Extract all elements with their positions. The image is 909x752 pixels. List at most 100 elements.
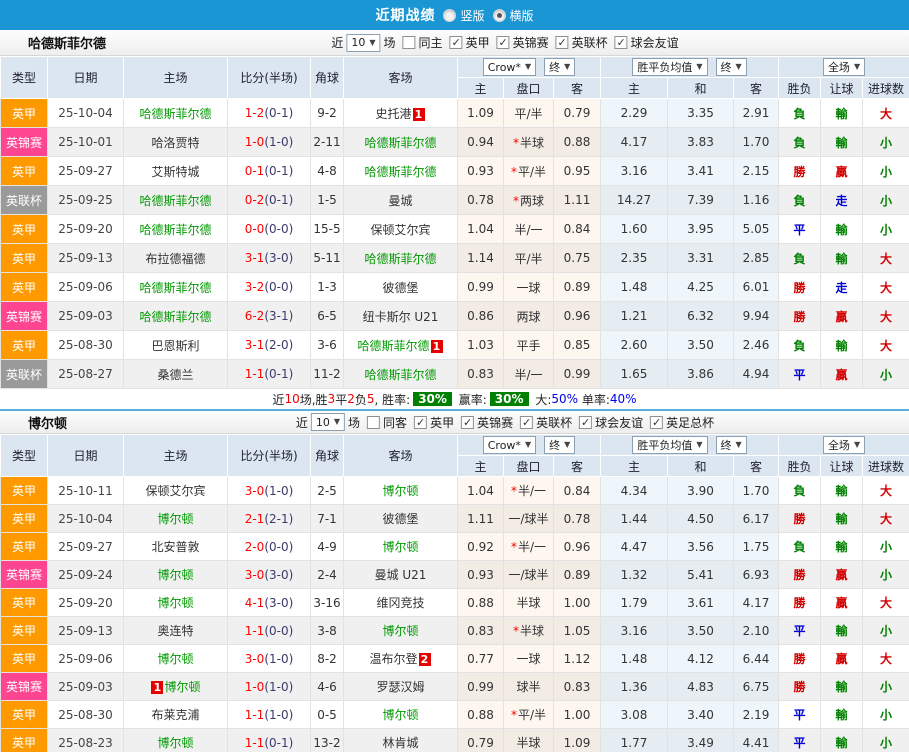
avg-home-cell: 1.79 [600, 588, 668, 617]
col-home: 主场 [123, 434, 228, 477]
col-res-handicap: 让球 [820, 455, 863, 477]
away-team-name: 哈德斯菲尔德 [357, 338, 430, 353]
layout-horizontal-option[interactable]: 横版 [492, 7, 534, 24]
match-row: 英甲 25-09-27 艾斯特城 0-1(0-1) 4-8 哈德斯菲尔德 0.93 *平/半 0… [0, 156, 909, 186]
half-score: (0-1) [264, 164, 294, 178]
avg-draw-cell: 3.95 [667, 214, 734, 244]
away-team-cell: 哈德斯菲尔德 1 [343, 330, 458, 360]
layout-vertical-option[interactable]: 竖版 [443, 7, 485, 24]
score-cell: 1-0(1-0) [227, 672, 311, 701]
away-team-name: 温布尔登 [369, 652, 418, 666]
avg-away-cell: 6.75 [733, 672, 779, 701]
league-type-cell: 英甲 [0, 728, 48, 752]
league-type-cell: 英联杯 [0, 359, 48, 389]
avg-type-select[interactable]: 胜平负均值 ▼ [632, 58, 708, 76]
league-filter-checkbox[interactable] [449, 36, 463, 49]
chevron-down-icon: ▼ [735, 62, 742, 71]
match-date-cell: 25-09-06 [47, 272, 124, 302]
match-count-select[interactable]: 10 ▼ [310, 413, 346, 431]
away-team-cell: 保顿艾尔宾 [343, 214, 458, 244]
chevron-down-icon: ▼ [853, 440, 861, 449]
league-filter-checkbox[interactable] [461, 415, 475, 429]
avg-type-select[interactable]: 胜平负均值 ▼ [632, 436, 708, 454]
odds-away-cell: 0.79 [553, 98, 601, 128]
avg-time-select[interactable]: 终 ▼ [715, 436, 747, 454]
match-row: 英甲 25-09-20 哈德斯菲尔德 0-0(0-0) 15-5 保顿艾尔宾 1.04 半/一… [0, 214, 909, 244]
away-team-name: 保顿艾尔宾 [370, 222, 431, 237]
half-score: (3-0) [264, 595, 294, 610]
bookmaker-select[interactable]: Crow* ▼ [482, 58, 537, 76]
corner-cell: 0-5 [310, 700, 344, 729]
league-filter-checkbox[interactable] [579, 415, 593, 429]
match-count-select[interactable]: 10 ▼ [346, 33, 381, 52]
result-goals-cell: 大 [861, 476, 909, 505]
odds-time-select[interactable]: 终 ▼ [544, 58, 576, 76]
match-count-value: 10 [315, 415, 330, 429]
corner-cell: 4-8 [310, 156, 344, 186]
result-handicap-cell: 贏 [820, 560, 863, 589]
odds-away-cell: 0.75 [553, 243, 601, 273]
league-filter-checkbox[interactable] [414, 415, 428, 429]
handicap-value: 半球 [516, 596, 541, 610]
scope-select[interactable]: 全场 ▼ [822, 58, 866, 76]
same-venue-checkbox[interactable] [402, 36, 416, 49]
score-cell: 1-1(0-1) [227, 359, 311, 389]
handicap-value: 平/半 [514, 106, 543, 121]
star-marker: * [510, 484, 517, 498]
result-wdl-cell: 負 [778, 243, 821, 273]
match-row: 英甲 25-09-06 博尔顿 3-0(1-0) 8-2 温布尔登 2 0.77 一球 1.12 1… [0, 644, 909, 673]
home-team-cell: 哈洛贾特 [123, 127, 228, 157]
avg-home-cell: 2.60 [600, 330, 668, 360]
matches-table: 类型 日期 主场 比分(半场) 角球 客场 Crow* ▼ 终 ▼ 胜平负均值 ▼ 终… [0, 56, 909, 389]
col-type: 类型 [0, 434, 48, 477]
home-team-name: 哈德斯菲尔德 [139, 280, 212, 295]
half-score: (3-0) [264, 567, 294, 582]
league-filter-checkbox[interactable] [614, 36, 628, 49]
away-team-cell: 哈德斯菲尔德 [343, 243, 458, 273]
summary-token: 3 [327, 392, 336, 406]
avg-time-select[interactable]: 终 ▼ [715, 58, 747, 76]
avg-draw-cell: 4.12 [667, 644, 734, 673]
half-score: (1-0) [264, 651, 294, 666]
home-team-cell: 桑德兰 [123, 359, 228, 389]
league-filter-checkbox[interactable] [496, 36, 510, 49]
avg-away-cell: 6.01 [733, 272, 779, 302]
avg-away-cell: 2.10 [733, 616, 779, 645]
full-score: 1-0 [244, 679, 265, 694]
home-team-cell: 北安普敦 [123, 532, 228, 561]
avg-home-cell: 3.16 [600, 156, 668, 186]
match-date-cell: 25-08-23 [47, 728, 124, 752]
full-score: 1-1 [244, 735, 265, 750]
full-score: 2-1 [244, 511, 265, 526]
odds-time-select[interactable]: 终 ▼ [544, 436, 576, 454]
handicap-value: 平手 [516, 338, 541, 353]
home-team-cell: 布拉德福德 [123, 243, 228, 273]
result-wdl-cell: 負 [778, 185, 821, 215]
result-wdl-cell: 勝 [778, 156, 821, 186]
home-team-cell: 博尔顿 [123, 728, 228, 752]
red-card-badge: 1 [412, 107, 425, 121]
radio-unselected-icon[interactable] [443, 8, 457, 22]
bookmaker-select[interactable]: Crow* ▼ [482, 436, 537, 454]
col-score: 比分(半场) [227, 56, 311, 99]
away-team-name: 哈德斯菲尔德 [364, 367, 437, 382]
handicap-cell: 一球 [503, 644, 554, 673]
home-team-name: 哈德斯菲尔德 [139, 222, 212, 237]
league-filter-checkbox[interactable] [520, 415, 534, 429]
corner-cell: 8-2 [310, 644, 344, 673]
handicap-cell: 一/球半 [503, 504, 554, 533]
avg-home-cell: 1.36 [600, 672, 668, 701]
handicap-cell: 两球 [503, 301, 554, 331]
avg-draw-cell: 3.35 [667, 98, 734, 128]
result-goals-cell: 小 [861, 156, 909, 186]
league-filter-checkbox[interactable] [555, 36, 569, 49]
corner-cell: 1-5 [310, 185, 344, 215]
result-handicap-cell: 輸 [820, 214, 863, 244]
league-filter-checkbox[interactable] [650, 415, 664, 429]
away-team-cell: 罗瑟汉姆 [343, 672, 458, 701]
avg-group-header: 胜平负均值 ▼ 终 ▼ [600, 56, 779, 78]
same-venue-checkbox[interactable] [367, 415, 381, 429]
radio-selected-icon[interactable] [492, 8, 506, 22]
scope-select[interactable]: 全场 ▼ [822, 436, 866, 454]
bookmaker-select-value: Crow* [487, 60, 521, 74]
